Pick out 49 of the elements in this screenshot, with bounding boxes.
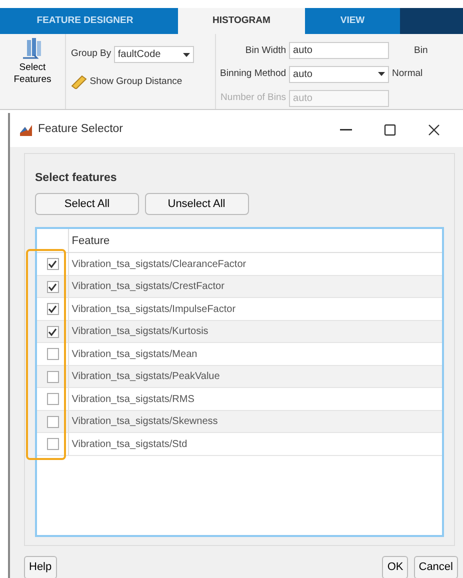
table-cell-text: Vibration_tsa_sigstats/Kurtosis xyxy=(70,325,210,339)
checkbox[interactable] xyxy=(46,303,58,315)
group-by-label: Group By xyxy=(71,47,112,62)
table-cell-text: Vibration_tsa_sigstats/PeakValue xyxy=(70,370,221,384)
checkbox[interactable] xyxy=(46,258,58,270)
dialog-button[interactable]: OK xyxy=(382,556,408,578)
ruler-icon xyxy=(71,75,87,90)
ribbon-tab[interactable]: FEATURE DESIGNER xyxy=(20,8,150,34)
ribbon-tab[interactable]: HISTOGRAM xyxy=(178,8,305,34)
field-label: Binning Method xyxy=(220,67,286,82)
field-label: Bin Width xyxy=(244,44,286,58)
app-logo-icon xyxy=(20,124,32,136)
table-cell-text: Vibration_tsa_sigstats/CrestFactor xyxy=(70,280,226,294)
table-cell-text: Vibration_tsa_sigstats/Std xyxy=(70,438,188,452)
checkbox[interactable] xyxy=(46,326,58,338)
show-group-distance-button[interactable]: Show Group Distance xyxy=(71,75,210,90)
table-cell-text: Vibration_tsa_sigstats/ClearanceFactor xyxy=(70,258,248,272)
help-button[interactable]: Help xyxy=(24,556,57,578)
checkbox[interactable] xyxy=(46,348,58,360)
input-field[interactable]: auto xyxy=(289,42,390,60)
action-button[interactable]: Select All xyxy=(35,192,139,216)
table-cell-text: Vibration_tsa_sigstats/Skewness xyxy=(70,415,219,429)
dropdown-field[interactable]: auto xyxy=(289,66,390,83)
ribbon-tab[interactable]: VIEW xyxy=(305,8,400,34)
maximize-icon xyxy=(384,124,396,136)
select-features-button[interactable]: Select Features xyxy=(10,38,54,87)
minimize-icon xyxy=(340,128,352,131)
dropdown-arrow-icon xyxy=(378,72,386,76)
action-button[interactable]: Unselect All xyxy=(144,192,248,216)
dark-panel xyxy=(400,8,463,34)
group-by-dropdown[interactable]: faultCode xyxy=(114,46,194,63)
window-title: Feature Selector xyxy=(38,122,124,138)
field-label: Number of Bins xyxy=(220,91,286,106)
close-icon xyxy=(428,124,440,136)
table-cell-text: Vibration_tsa_sigstats/Mean xyxy=(70,348,198,362)
checkbox[interactable] xyxy=(46,416,58,428)
table-cell-text: Vibration_tsa_sigstats/RMS xyxy=(70,392,196,406)
dialog-button[interactable]: Cancel xyxy=(414,556,458,578)
checkbox[interactable] xyxy=(46,280,58,292)
checkbox[interactable] xyxy=(46,393,58,405)
dropdown-arrow-icon xyxy=(182,52,190,56)
checkbox[interactable] xyxy=(46,438,58,450)
columns-icon xyxy=(22,38,44,62)
checkbox[interactable] xyxy=(46,370,58,382)
field-label: Normal xyxy=(392,67,424,82)
section-heading: Select features xyxy=(35,171,118,186)
column-header: Feature xyxy=(70,234,111,248)
field-label: Bin xyxy=(414,44,428,58)
table-cell-text: Vibration_tsa_sigstats/ImpulseFactor xyxy=(70,302,237,316)
